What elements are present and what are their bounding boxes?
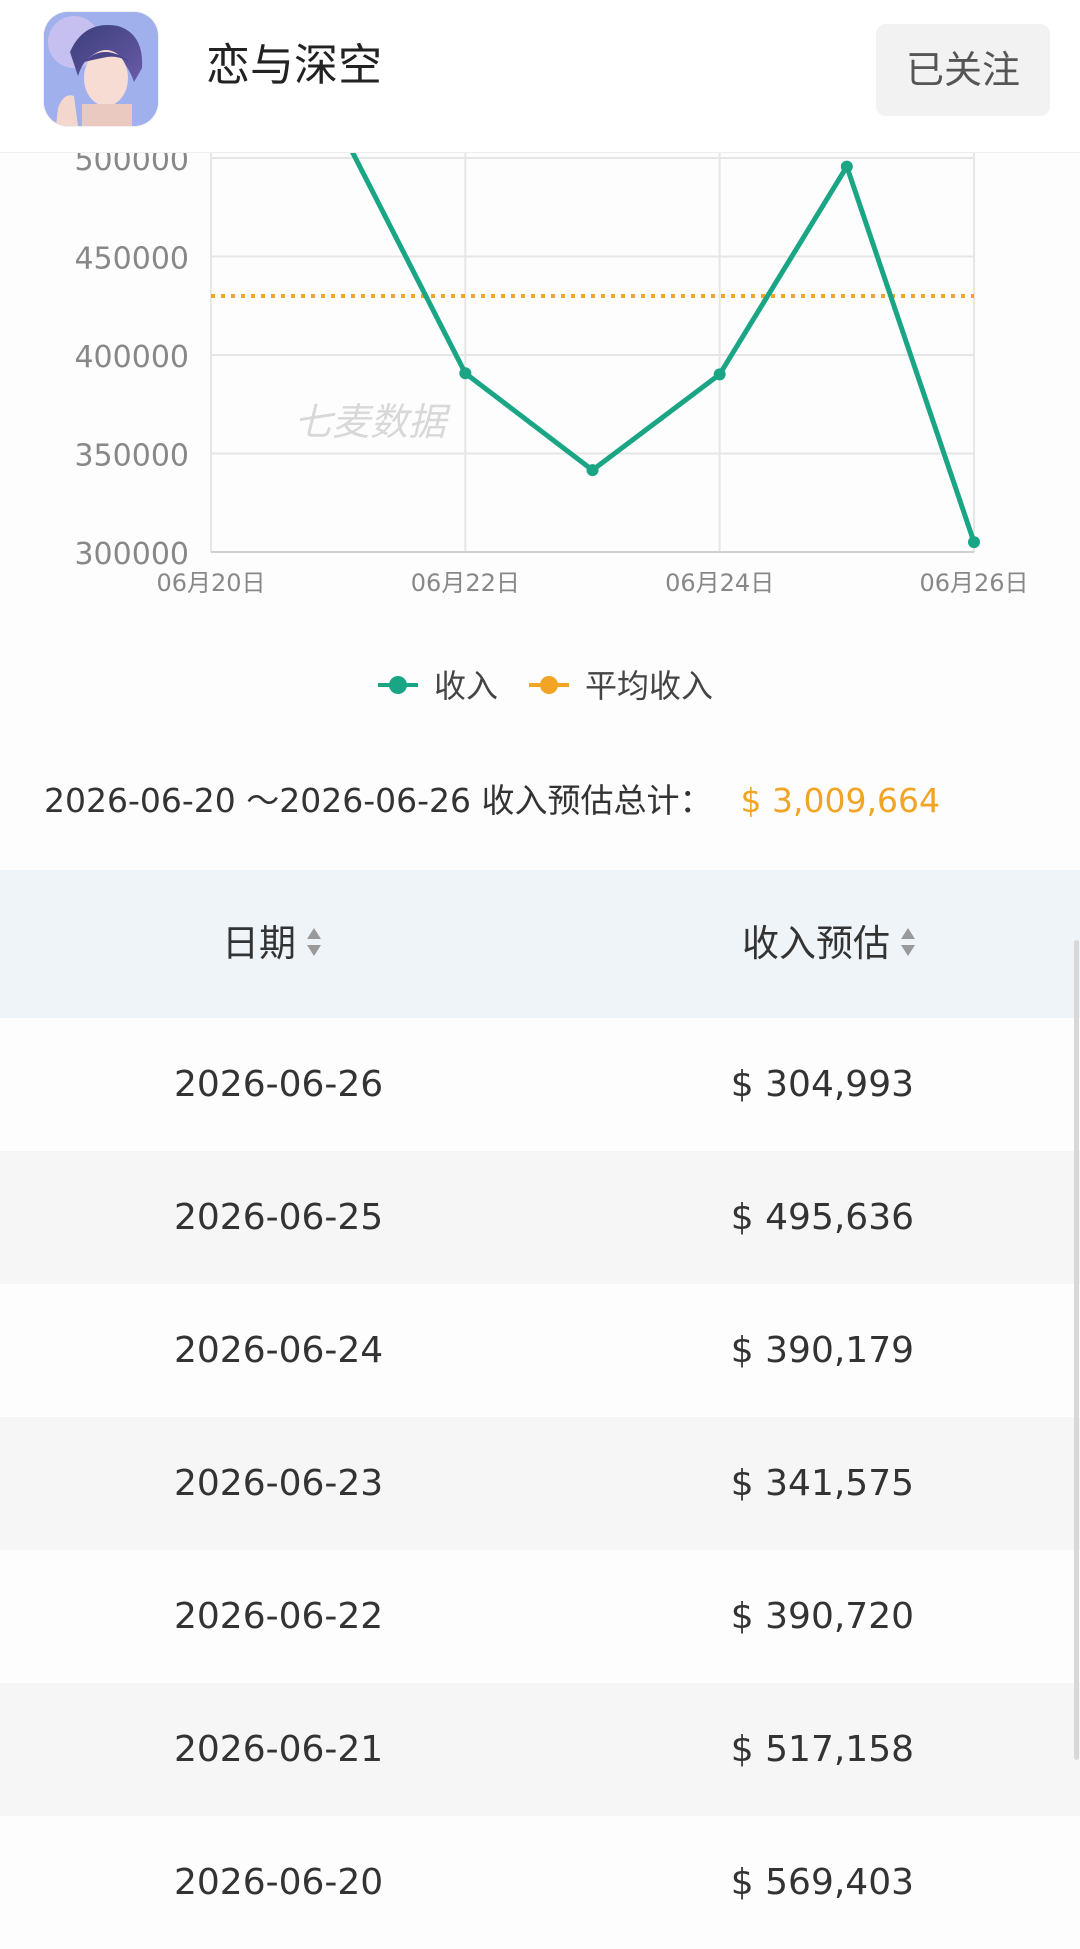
column-header-date-label: 日期 (222, 922, 296, 965)
x-tick-label: 06月24日 (665, 569, 774, 597)
table-row: 2026-06-22 $ 390,720 (0, 1550, 1080, 1683)
date-cell: 2026-06-24 (174, 1330, 384, 1371)
app-header: 恋与深空 已关注 (0, 0, 1080, 153)
revenue-cell: $ 495,636 (730, 1197, 914, 1238)
y-tick-label: 350000 (74, 439, 189, 474)
chart-canvas: 30000035000040000045000050000006月20日 06月2… (74, 100, 1029, 705)
revenue-cell: $ 390,179 (730, 1330, 914, 1371)
revenue-chart: 300000 350000 400000 450000 500000 06月20日 06月2… (0, 100, 1080, 740)
table-body: 2026-06-26 $ 304,993 2026-06-25 $ 495,63… (0, 1018, 1080, 1949)
watermark-text: 七麦数据 (294, 400, 451, 444)
table-header: 日期 收入预估 (0, 870, 1080, 1018)
x-tick-label: 06月26日 (919, 569, 1028, 597)
sort-icon[interactable] (900, 872, 916, 1020)
table-row: 2026-06-23 $ 341,575 (0, 1417, 1080, 1550)
x-tick-label: 06月22日 (411, 569, 520, 597)
app-icon[interactable] (44, 12, 158, 126)
legend-average-marker (540, 676, 558, 694)
legend-revenue-label: 收入 (434, 667, 498, 705)
summary-range-label: 2026-06-20 ～2026-06-26 收入预估总计： (44, 781, 713, 820)
follow-button[interactable]: 已关注 (876, 24, 1050, 116)
date-cell: 2026-06-22 (174, 1596, 384, 1637)
revenue-cell: $ 304,993 (730, 1064, 914, 1105)
legend-average-label: 平均收入 (585, 667, 713, 705)
summary-total-value: $ 3,009,664 (740, 781, 940, 820)
scrollbar[interactable] (1074, 940, 1079, 1760)
revenue-cell: $ 569,403 (730, 1862, 914, 1903)
revenue-point (459, 367, 472, 380)
table-row: 2026-06-20 $ 569,403 (0, 1816, 1080, 1949)
y-tick-label: 300000 (74, 537, 189, 572)
revenue-table: 日期 收入预估 2026-06-26 $ 304,993 2026-06-25 … (0, 870, 1080, 1949)
date-cell: 2026-06-20 (174, 1862, 384, 1903)
table-row: 2026-06-24 $ 390,179 (0, 1284, 1080, 1417)
column-header-date[interactable]: 日期 (222, 870, 322, 1018)
date-cell: 2026-06-21 (174, 1729, 384, 1770)
table-row: 2026-06-25 $ 495,636 (0, 1151, 1080, 1284)
revenue-summary: 2026-06-20 ～2026-06-26 收入预估总计： $ 3,009,66… (44, 774, 940, 822)
legend-revenue-marker (389, 676, 407, 694)
sort-icon[interactable] (306, 872, 322, 1020)
date-cell: 2026-06-25 (174, 1197, 384, 1238)
table-row: 2026-06-21 $ 517,158 (0, 1683, 1080, 1816)
revenue-point (968, 536, 980, 549)
revenue-point (586, 464, 599, 477)
y-tick-label: 450000 (74, 242, 189, 277)
revenue-cell: $ 390,720 (730, 1596, 914, 1637)
date-cell: 2026-06-23 (174, 1463, 384, 1504)
date-cell: 2026-06-26 (174, 1064, 384, 1105)
table-row: 2026-06-26 $ 304,993 (0, 1018, 1080, 1151)
y-tick-label: 400000 (74, 340, 189, 375)
column-header-revenue-label: 收入预估 (742, 922, 890, 965)
column-header-revenue[interactable]: 收入预估 (742, 870, 916, 1018)
app-title: 恋与深空 (206, 40, 382, 91)
x-tick-label: 06月20日 (156, 569, 265, 597)
revenue-cell: $ 517,158 (730, 1729, 914, 1770)
revenue-point (713, 368, 726, 381)
revenue-point (840, 160, 853, 173)
revenue-cell: $ 341,575 (730, 1463, 914, 1504)
